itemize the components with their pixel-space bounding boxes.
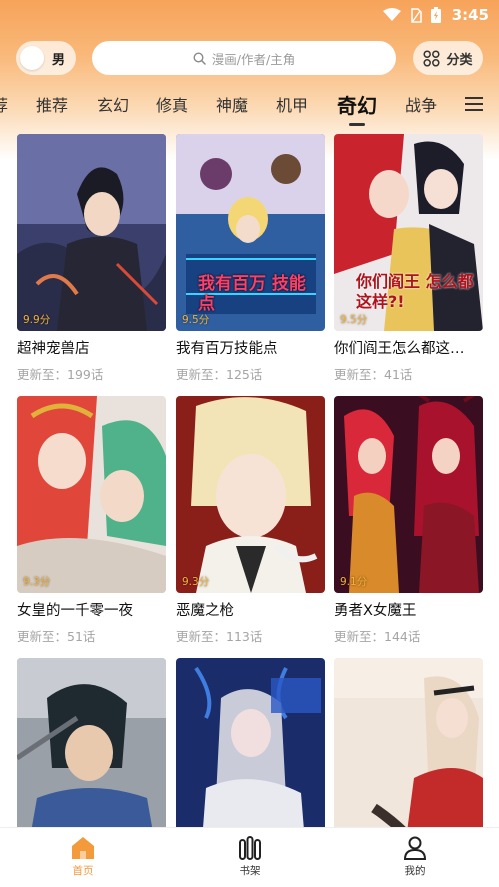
comic-cover[interactable] bbox=[176, 658, 325, 855]
comic-cover[interactable] bbox=[17, 658, 166, 855]
wifi-icon bbox=[382, 8, 401, 21]
search-input[interactable]: 漫画/作者/主角 bbox=[92, 41, 396, 75]
tab-qihuan[interactable]: 奇幻 bbox=[337, 84, 377, 126]
comic-score: 9.3分 bbox=[23, 576, 51, 588]
comic-score: 9.5分 bbox=[182, 314, 210, 326]
cover-art-text: 我有百万 技能点 bbox=[198, 274, 306, 314]
nav-mine[interactable]: 我的 bbox=[375, 835, 455, 878]
comic-card[interactable]: 9.3分 恶魔之枪 更新至：113话 bbox=[176, 396, 325, 645]
comic-card[interactable]: 我有百万 技能点 9.5分 我有百万技能点 更新至：125话 bbox=[176, 134, 325, 383]
tab-xuanhuan[interactable]: 玄幻 bbox=[97, 84, 129, 124]
comic-card[interactable] bbox=[17, 658, 166, 855]
tab-partial[interactable]: 荐 bbox=[0, 84, 8, 124]
comic-score: 9.5分 bbox=[340, 314, 368, 326]
tab-shenmo[interactable]: 神魔 bbox=[216, 84, 248, 124]
menu-icon[interactable] bbox=[464, 94, 484, 114]
cover-art-text: 你们阎王 怎么都这样?! bbox=[356, 272, 474, 311]
category-label: 分类 bbox=[446, 52, 473, 68]
comic-card[interactable]: 你们阎王 怎么都这样?! 9.5分 你们阎王怎么都这… 更新至：41话 bbox=[334, 134, 483, 383]
comic-cover[interactable]: 9.3分 bbox=[17, 396, 166, 593]
top-toolbar: 男 漫画/作者/主角 分类 bbox=[16, 40, 483, 76]
comic-cover[interactable]: 9.3分 bbox=[176, 396, 325, 593]
comic-score: 9.3分 bbox=[182, 576, 210, 588]
tab-recommend[interactable]: 推荐 bbox=[36, 84, 68, 124]
nav-mine-label: 我的 bbox=[404, 865, 426, 877]
comic-update: 更新至：41话 bbox=[334, 367, 413, 382]
gender-label: 男 bbox=[52, 52, 66, 68]
tab-zhanzheng[interactable]: 战争 bbox=[405, 84, 437, 124]
grid-category-icon bbox=[423, 49, 441, 67]
nav-bookshelf[interactable]: 书架 bbox=[210, 835, 290, 878]
comic-title: 恶魔之枪 bbox=[176, 603, 234, 619]
comic-title: 超神宠兽店 bbox=[17, 341, 90, 357]
comic-title: 女皇的一千零一夜 bbox=[17, 603, 133, 619]
comic-card[interactable] bbox=[334, 658, 483, 855]
comic-title: 我有百万技能点 bbox=[176, 341, 278, 357]
comic-cover[interactable]: 你们阎王 怎么都这样?! 9.5分 bbox=[334, 134, 483, 331]
bottom-nav: 首页 书架 我的 bbox=[0, 827, 499, 887]
comic-update: 更新至：199话 bbox=[17, 367, 104, 382]
bookshelf-icon bbox=[239, 836, 261, 860]
user-icon bbox=[403, 836, 427, 860]
comic-cover[interactable]: 9.1分 bbox=[334, 396, 483, 593]
comic-update: 更新至：113话 bbox=[176, 629, 263, 644]
tab-jijia[interactable]: 机甲 bbox=[276, 84, 308, 124]
comic-score: 9.1分 bbox=[340, 576, 368, 588]
battery-charging-icon bbox=[430, 7, 441, 23]
comic-cover[interactable]: 我有百万 技能点 9.5分 bbox=[176, 134, 325, 331]
nav-home-label: 首页 bbox=[72, 865, 94, 877]
comic-card[interactable]: 9.9分 超神宠兽店 更新至：199话 bbox=[17, 134, 166, 383]
nav-home[interactable]: 首页 bbox=[43, 835, 123, 878]
comic-card[interactable] bbox=[176, 658, 325, 855]
nav-bookshelf-label: 书架 bbox=[239, 865, 261, 877]
comic-cover[interactable]: 9.9分 bbox=[17, 134, 166, 331]
comic-score: 9.9分 bbox=[23, 314, 51, 326]
gender-toggle[interactable]: 男 bbox=[16, 41, 76, 75]
tab-qihuan-label: 奇幻 bbox=[337, 93, 377, 118]
search-icon bbox=[193, 51, 206, 65]
sim-icon bbox=[410, 7, 422, 23]
comic-update: 更新至：144话 bbox=[334, 629, 421, 644]
comic-update: 更新至：125话 bbox=[176, 367, 263, 382]
home-icon bbox=[72, 837, 94, 859]
search-placeholder: 漫画/作者/主角 bbox=[211, 51, 296, 67]
status-time: 3:45 bbox=[451, 6, 489, 24]
comic-title: 你们阎王怎么都这… bbox=[334, 341, 465, 357]
comic-update: 更新至：51话 bbox=[17, 629, 96, 644]
category-button[interactable]: 分类 bbox=[413, 41, 483, 75]
genre-tabs: 荐 推荐 玄幻 修真 神魔 机甲 奇幻 战争 bbox=[0, 84, 499, 126]
comic-cover[interactable] bbox=[334, 658, 483, 855]
tab-xiuzhen[interactable]: 修真 bbox=[156, 84, 188, 124]
status-bar: 3:45 bbox=[0, 0, 499, 30]
comic-card[interactable]: 9.3分 女皇的一千零一夜 更新至：51话 bbox=[17, 396, 166, 645]
tab-active-indicator bbox=[349, 123, 365, 126]
comic-card[interactable]: 9.1分 勇者X女魔王 更新至：144话 bbox=[334, 396, 483, 645]
toggle-knob bbox=[20, 46, 44, 70]
comic-title: 勇者X女魔王 bbox=[334, 603, 417, 619]
